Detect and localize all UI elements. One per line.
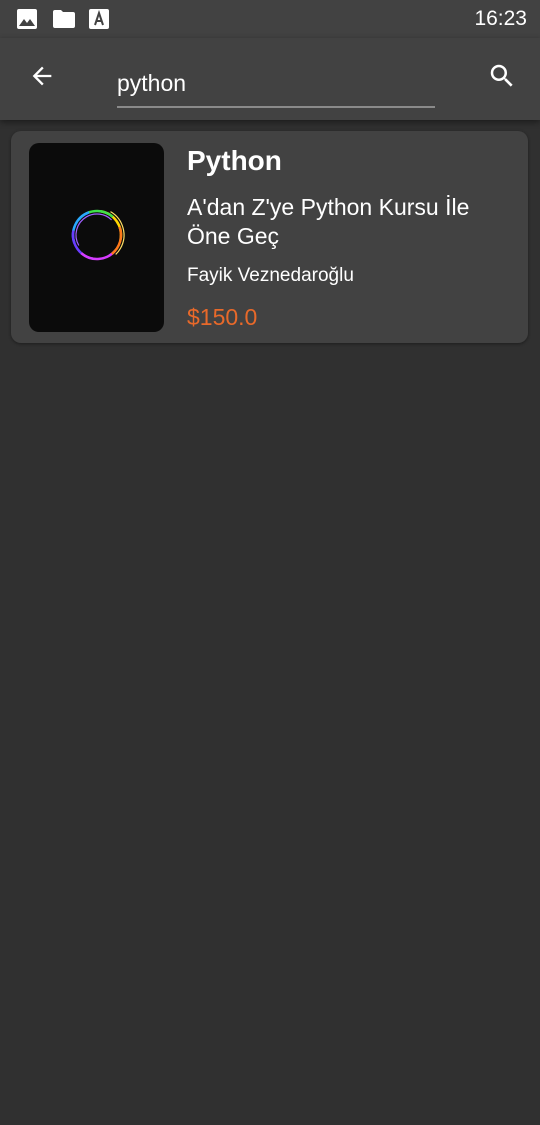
search-input[interactable] (117, 60, 435, 108)
search-button[interactable] (482, 58, 522, 98)
image-icon (16, 8, 38, 30)
app-bar (0, 38, 540, 120)
font-a-icon (88, 8, 110, 30)
course-title: A'dan Z'ye Python Kursu İle Öne Geç (187, 194, 470, 249)
back-button[interactable] (22, 58, 62, 98)
status-bar: 16:23 (0, 0, 540, 38)
course-author: Fayik Veznedaroğlu (187, 265, 354, 286)
course-price: $150.0 (187, 304, 258, 330)
rainbow-ring-logo (67, 205, 127, 270)
course-category: Python (187, 145, 282, 176)
status-time: 16:23 (474, 7, 527, 30)
folder-icon (52, 8, 75, 30)
course-thumbnail (29, 143, 164, 332)
arrow-back-icon (28, 62, 56, 95)
search-icon (487, 61, 517, 96)
course-card[interactable]: Python A'dan Z'ye Python Kursu İle Öne G… (11, 131, 528, 343)
